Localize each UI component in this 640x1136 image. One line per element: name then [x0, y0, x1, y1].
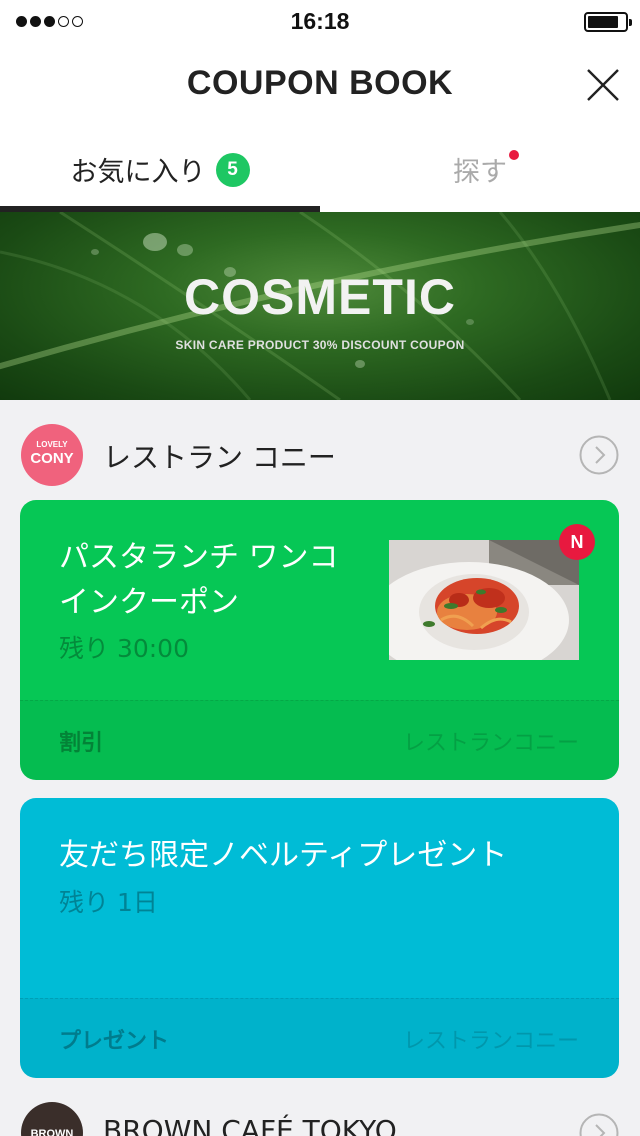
coupon-store-name: レストランコニー	[402, 1029, 579, 1054]
logo-tagline: LOVELY	[36, 440, 68, 449]
coupon-title: 友だち限定ノベルティプレゼント	[59, 838, 508, 873]
close-icon	[587, 69, 619, 101]
app-header: COUPON BOOK	[0, 44, 640, 128]
status-bar: 16:18	[0, 0, 640, 44]
coupon-type: 割引	[59, 731, 104, 756]
chevron-right-icon	[579, 1113, 619, 1136]
store-detail-button[interactable]	[579, 435, 619, 475]
promo-banner[interactable]: COSMETIC SKIN CARE PRODUCT 30% DISCOUNT …	[0, 212, 640, 400]
battery-icon	[584, 12, 632, 32]
new-badge: N	[559, 524, 595, 560]
store-logo: BROWN	[21, 1102, 83, 1136]
store-logo: LOVELY CONY	[21, 424, 83, 486]
tab-explore[interactable]: 探す	[320, 128, 640, 212]
coupon-remaining-time: 残り 1日	[59, 888, 158, 917]
tab-bar: お気に入り 5 探す	[0, 128, 640, 212]
store-header[interactable]: BROWN BROWN CAFÉ TOKYO	[0, 1093, 640, 1136]
coupon-type: プレゼント	[59, 1029, 170, 1054]
coupon-store-name: レストランコニー	[402, 731, 579, 756]
banner-title: COSMETIC	[184, 269, 456, 325]
store-name: BROWN CAFÉ TOKYO	[103, 1114, 397, 1136]
banner-subtitle: SKIN CARE PRODUCT 30% DISCOUNT COUPON	[175, 338, 465, 352]
coupon-title: パスタランチ ワンコインクーポン	[59, 540, 339, 620]
tab-favorites[interactable]: お気に入り 5	[0, 128, 320, 212]
coupon-card[interactable]: パスタランチ ワンコインクーポン 残り 30:00 N 割引 レストランコニー	[20, 500, 619, 780]
close-button[interactable]	[584, 66, 622, 104]
store-detail-button[interactable]	[579, 1113, 619, 1136]
coupon-footer: プレゼント レストランコニー	[20, 998, 619, 1078]
store-header[interactable]: LOVELY CONY レストラン コニー	[0, 415, 640, 495]
tab-label: 探す	[453, 157, 507, 188]
logo-name: BROWN	[30, 1128, 74, 1136]
count-badge: 5	[215, 152, 250, 187]
page-title: COUPON BOOK	[186, 64, 454, 102]
store-name: レストラン コニー	[103, 441, 336, 474]
new-indicator-dot	[509, 150, 519, 160]
coupon-remaining-time: 残り 30:00	[59, 634, 189, 663]
status-time: 16:18	[290, 8, 350, 34]
logo-name: CONY	[30, 450, 74, 467]
coupon-card[interactable]: 友だち限定ノベルティプレゼント 残り 1日 プレゼント レストランコニー	[20, 798, 619, 1078]
tab-label: お気に入り	[70, 157, 206, 188]
coupon-footer: 割引 レストランコニー	[20, 700, 619, 780]
chevron-right-icon	[579, 435, 619, 475]
coupon-image-pasta	[389, 540, 579, 660]
